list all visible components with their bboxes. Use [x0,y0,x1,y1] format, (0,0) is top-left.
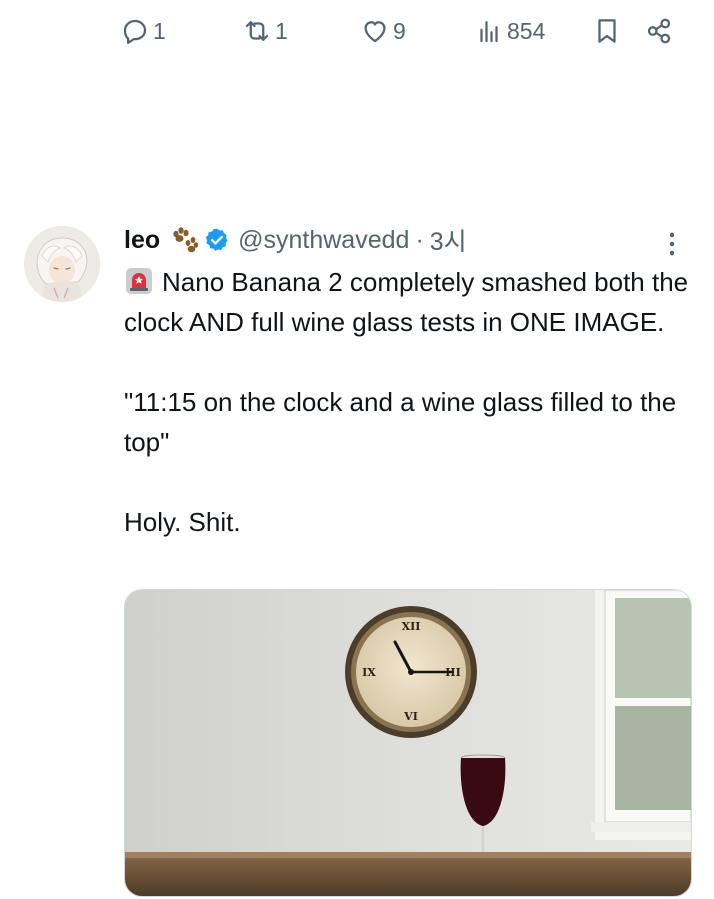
svg-text:VI: VI [403,710,418,723]
repost-icon [245,21,269,41]
siren-emoji [126,268,152,294]
tweet-final-line: Holy. Shit. [124,507,241,537]
tweet-quote: "11:15 on the clock and a wine glass fil… [124,387,677,457]
more-vertical-icon[interactable] [660,228,684,260]
timestamp[interactable]: 3시 [430,222,467,258]
tweet-line-1: Nano Banana 2 completely smashed both th… [124,267,689,337]
share-button[interactable] [644,16,674,46]
views-button[interactable]: 854 [474,16,545,46]
separator: · [415,225,424,254]
wall-clock: XII III VI IX [345,606,477,738]
share-icon [647,18,671,44]
avatar-image [24,226,100,302]
reply-count: 1 [153,17,166,44]
reply-icon [123,19,147,44]
view-count: 854 [507,17,546,44]
like-button[interactable]: 9 [360,16,406,46]
svg-text:XII: XII [402,620,421,633]
svg-text:IX: IX [362,666,376,679]
bookmark-icon [598,19,616,43]
tweet-paragraph-1: Nano Banana 2 completely smashed both th… [124,262,694,342]
views-chart-icon [480,21,498,43]
reply-button[interactable]: 1 [120,16,166,46]
tweet-image[interactable]: XII III VI IX [124,589,692,897]
author-handle[interactable]: @synthwavedd [238,226,409,255]
repost-count: 1 [275,17,288,44]
tweet-action-bar: 1 1 9 854 [0,0,714,70]
tweet-header: leo @synthwavedd · 3시 [124,222,467,258]
like-count: 9 [393,17,406,44]
tweet-text: Nano Banana 2 completely smashed both th… [124,262,694,542]
author-name[interactable]: leo [124,226,160,255]
paw-emoji [173,227,199,253]
heart-icon [364,21,386,43]
bookmark-button[interactable] [592,16,622,46]
repost-button[interactable]: 1 [242,16,288,46]
avatar[interactable] [24,226,100,302]
verified-badge-icon [205,228,228,251]
clock-wine-photo: XII III VI IX [125,590,691,896]
